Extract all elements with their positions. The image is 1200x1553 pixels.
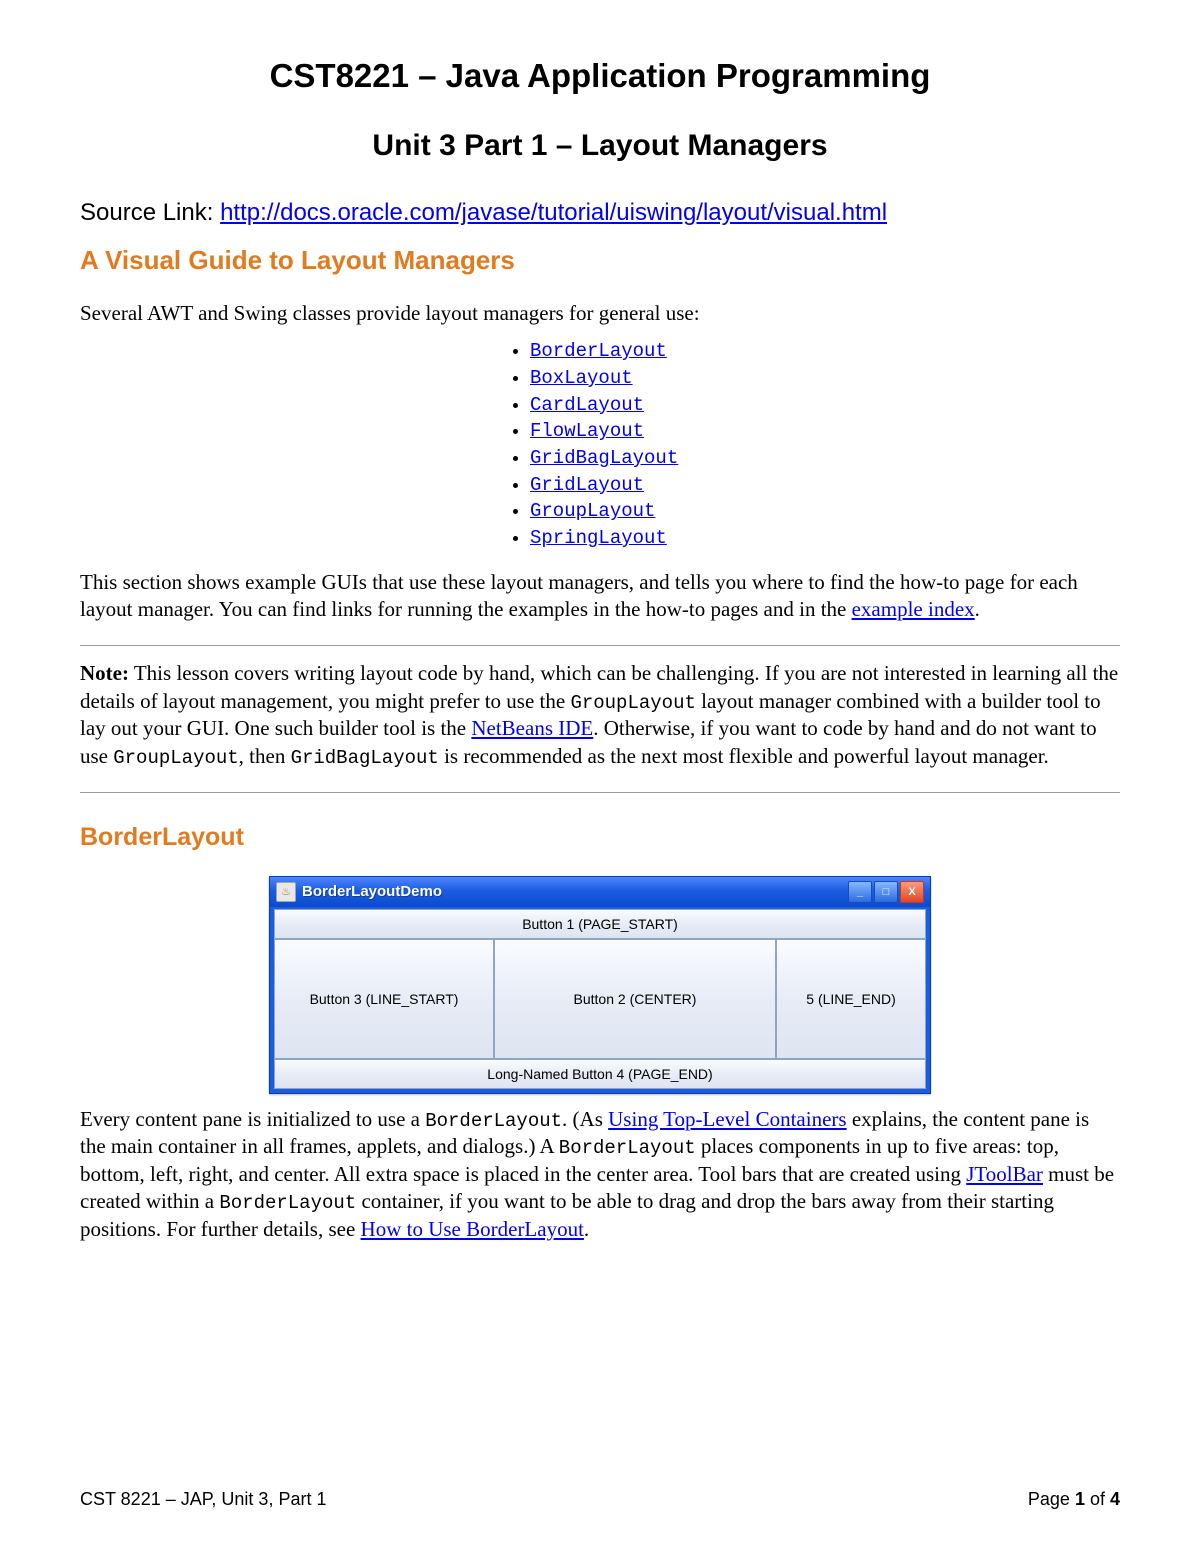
footer-left: CST 8221 – JAP, Unit 3, Part 1 bbox=[80, 1488, 326, 1511]
text-span: . bbox=[584, 1217, 589, 1241]
demo-window: ♨ BorderLayoutDemo _ □ X Button 1 (PAGE_… bbox=[269, 876, 931, 1094]
note-paragraph: Note: This lesson covers writing layout … bbox=[80, 660, 1120, 770]
button-page-start[interactable]: Button 1 (PAGE_START) bbox=[274, 909, 926, 939]
code-gridbaglayout: GridBagLayout bbox=[291, 747, 439, 769]
layout-link-boxlayout[interactable]: BoxLayout bbox=[530, 367, 633, 389]
top-level-containers-link[interactable]: Using Top-Level Containers bbox=[608, 1107, 846, 1131]
window-client-area: Button 1 (PAGE_START) Button 3 (LINE_STA… bbox=[270, 907, 930, 1093]
page-footer: CST 8221 – JAP, Unit 3, Part 1 Page 1 of… bbox=[80, 1488, 1120, 1511]
layout-link-cardlayout[interactable]: CardLayout bbox=[530, 394, 644, 416]
code-borderlayout-2: BorderLayout bbox=[559, 1137, 696, 1159]
page-main-title: CST8221 – Java Application Programming bbox=[80, 55, 1120, 98]
divider bbox=[80, 792, 1120, 793]
text-span: . (As bbox=[562, 1107, 608, 1131]
button-center[interactable]: Button 2 (CENTER) bbox=[494, 939, 776, 1059]
list-item: SpringLayout bbox=[530, 526, 1120, 551]
jtoolbar-link[interactable]: JToolBar bbox=[966, 1162, 1043, 1186]
minimize-button[interactable]: _ bbox=[848, 881, 872, 903]
netbeans-ide-link[interactable]: NetBeans IDE bbox=[471, 716, 593, 740]
code-grouplayout-2: GroupLayout bbox=[113, 747, 238, 769]
howto-borderlayout-link[interactable]: How to Use BorderLayout bbox=[361, 1217, 584, 1241]
list-item: BoxLayout bbox=[530, 366, 1120, 391]
button-line-start[interactable]: Button 3 (LINE_START) bbox=[274, 939, 494, 1059]
code-grouplayout-1: GroupLayout bbox=[570, 692, 695, 714]
borderlayout-heading: BorderLayout bbox=[80, 821, 1120, 854]
example-index-link[interactable]: example index bbox=[852, 597, 975, 621]
layout-link-grouplayout[interactable]: GroupLayout bbox=[530, 500, 655, 522]
code-borderlayout-1: BorderLayout bbox=[425, 1110, 562, 1132]
layout-link-gridbaglayout[interactable]: GridBagLayout bbox=[530, 447, 678, 469]
layout-link-borderlayout[interactable]: BorderLayout bbox=[530, 340, 667, 362]
window-titlebar: ♨ BorderLayoutDemo _ □ X bbox=[270, 877, 930, 907]
source-link[interactable]: http://docs.oracle.com/javase/tutorial/u… bbox=[220, 199, 887, 226]
button-page-end[interactable]: Long-Named Button 4 (PAGE_END) bbox=[274, 1059, 926, 1089]
text-span: , then bbox=[239, 744, 291, 768]
layout-manager-list: BorderLayout BoxLayout CardLayout FlowLa… bbox=[80, 339, 1120, 551]
code-borderlayout-3: BorderLayout bbox=[219, 1192, 356, 1214]
footer-page-now: 1 bbox=[1075, 1489, 1085, 1509]
button-line-end[interactable]: 5 (LINE_END) bbox=[776, 939, 926, 1059]
text-span: Every content pane is initialized to use… bbox=[80, 1107, 425, 1131]
visual-guide-heading: A Visual Guide to Layout Managers bbox=[80, 244, 1120, 278]
page-subtitle: Unit 3 Part 1 – Layout Managers bbox=[80, 126, 1120, 165]
borderlayout-row-top: Button 1 (PAGE_START) bbox=[274, 909, 926, 939]
footer-page-label: Page bbox=[1028, 1489, 1075, 1509]
list-item: GridLayout bbox=[530, 473, 1120, 498]
list-item: CardLayout bbox=[530, 393, 1120, 418]
list-item: BorderLayout bbox=[530, 339, 1120, 364]
footer-page-mid: of bbox=[1085, 1489, 1110, 1509]
visual-guide-para2: This section shows example GUIs that use… bbox=[80, 569, 1120, 624]
note-label: Note: bbox=[80, 661, 129, 685]
window-title: BorderLayoutDemo bbox=[302, 882, 848, 902]
text-span: is recommended as the next most flexible… bbox=[439, 744, 1049, 768]
source-line: Source Link: http://docs.oracle.com/java… bbox=[80, 197, 1120, 228]
visual-guide-intro: Several AWT and Swing classes provide la… bbox=[80, 300, 1120, 327]
borderlayout-row-bottom: Long-Named Button 4 (PAGE_END) bbox=[274, 1059, 926, 1089]
borderlayout-demo-figure: ♨ BorderLayoutDemo _ □ X Button 1 (PAGE_… bbox=[80, 876, 1120, 1094]
footer-page-total: 4 bbox=[1110, 1489, 1120, 1509]
list-item: GridBagLayout bbox=[530, 446, 1120, 471]
java-icon: ♨ bbox=[276, 882, 296, 902]
source-label: Source Link: bbox=[80, 199, 220, 226]
divider bbox=[80, 645, 1120, 646]
borderlayout-description: Every content pane is initialized to use… bbox=[80, 1106, 1120, 1244]
borderlayout-row-mid: Button 3 (LINE_START) Button 2 (CENTER) … bbox=[274, 939, 926, 1059]
list-item: FlowLayout bbox=[530, 419, 1120, 444]
layout-link-gridlayout[interactable]: GridLayout bbox=[530, 474, 644, 496]
window-controls: _ □ X bbox=[848, 881, 924, 903]
close-button[interactable]: X bbox=[900, 881, 924, 903]
layout-link-springlayout[interactable]: SpringLayout bbox=[530, 527, 667, 549]
layout-link-flowlayout[interactable]: FlowLayout bbox=[530, 420, 644, 442]
maximize-button[interactable]: □ bbox=[874, 881, 898, 903]
footer-right: Page 1 of 4 bbox=[1028, 1488, 1120, 1511]
list-item: GroupLayout bbox=[530, 499, 1120, 524]
text-span: . bbox=[975, 597, 980, 621]
